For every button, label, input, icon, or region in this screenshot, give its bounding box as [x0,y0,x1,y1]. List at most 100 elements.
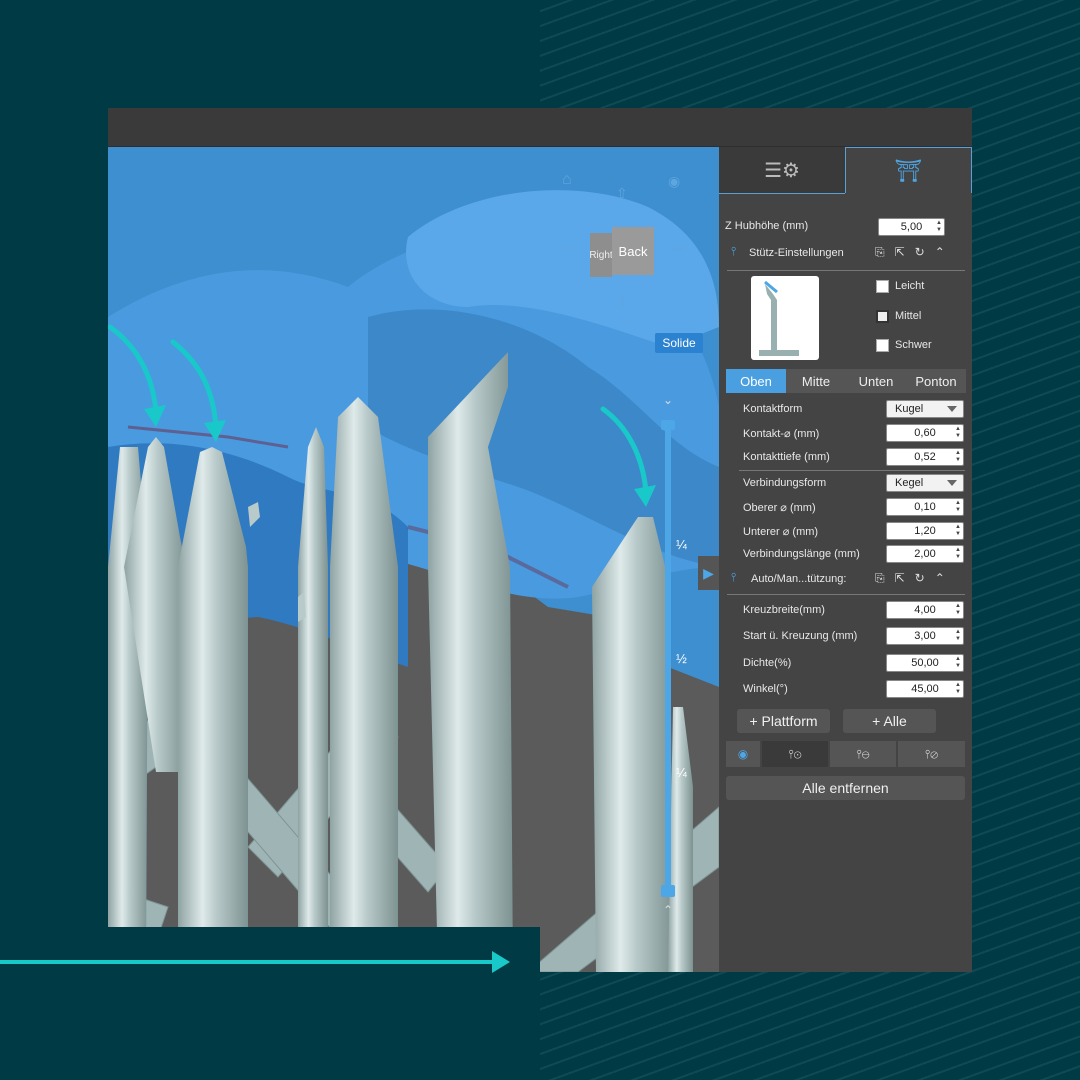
spin-arrows-icon[interactable]: ▲ ▼ [955,682,961,696]
connection-shape-label: Verbindungsform [743,477,827,489]
contact-shape-select[interactable]: Kugel [886,400,964,418]
density-percent-value: 50,00 [911,657,939,669]
divider [727,270,965,271]
app-window: ⌂ ⇧ ◉ ⇦ ⇨ ⇩ Right Back Solide ⌄ ¼ ½ ¼ ⌃ … [108,108,972,972]
teal-arrow-line [0,960,500,964]
import-icon[interactable]: ⎘ [875,245,885,260]
upper-diameter-value: 0,10 [914,501,936,513]
spin-arrows-icon[interactable]: ▲ ▼ [936,220,942,234]
contact-depth-input[interactable]: 0,52 ▲ ▼ [886,448,964,466]
cross-width-value: 4,00 [914,604,936,616]
supports-temple-icon: ⛩ [894,157,923,183]
chevron-down-icon [947,406,957,412]
layer-slider-track[interactable] [665,426,671,892]
cross-start-input[interactable]: 3,00 ▲ ▼ [886,627,964,645]
spin-arrows-icon[interactable]: ▲ ▼ [955,524,961,538]
support-pin-icon: ⫯ [731,244,737,258]
layer-slider-bottom-handle[interactable] [661,885,675,897]
contact-diameter-input[interactable]: 0,60 ▲ ▼ [886,424,964,442]
tab-supports[interactable]: ⛩ [845,147,972,193]
slider-up-chevron-icon[interactable]: ⌄ [663,393,673,407]
view-cube-right-face[interactable]: Right [589,233,613,277]
collapse-icon[interactable]: ⌃ [935,245,945,260]
density-medium-checkbox[interactable] [876,310,889,323]
contact-shape-label: Kontaktform [743,403,803,415]
tab-top[interactable]: Oben [726,369,786,393]
arrow-up-icon[interactable]: ⇧ [616,185,628,202]
support-pin-icon: ⫯ [731,570,737,584]
eye-icon[interactable]: ◉ [668,173,680,190]
auto-manual-actions: ⎘ ⇱ ↻ ⌃ [875,571,945,586]
slider-tick-half: ½ [676,651,687,666]
render-mode-badge[interactable]: Solide [655,333,703,353]
spin-arrows-icon[interactable]: ▲ ▼ [955,547,961,561]
contact-depth-value: 0,52 [914,451,936,463]
connection-shape-value: Kegel [895,477,924,489]
z-lift-input[interactable]: 5,00 ▲ ▼ [878,218,945,236]
upper-diameter-input[interactable]: 0,10 ▲ ▼ [886,498,964,516]
density-medium-label: Mittel [895,310,922,322]
density-percent-label: Dichte(%) [743,657,792,669]
spin-arrows-icon[interactable]: ▲ ▼ [955,629,961,643]
arrow-down-icon[interactable]: ⇩ [616,295,628,312]
z-lift-value: 5,00 [900,221,923,233]
tab-bottom[interactable]: Unten [846,369,906,393]
connection-length-label: Verbindungslänge (mm) [743,548,860,560]
reset-icon[interactable]: ↻ [915,245,925,260]
tab-settings[interactable]: ☰⚙ [719,147,845,194]
connection-length-value: 2,00 [914,548,936,560]
spin-arrows-icon[interactable]: ▲ ▼ [955,500,961,514]
contact-depth-label: Kontakttiefe (mm) [743,451,830,463]
3d-viewport[interactable]: ⌂ ⇧ ◉ ⇦ ⇨ ⇩ Right Back Solide ⌄ ¼ ½ ¼ ⌃ [108,147,719,972]
divider [727,594,965,595]
cross-width-input[interactable]: 4,00 ▲ ▼ [886,601,964,619]
slider-tick-quarter-bottom: ¼ [676,765,687,780]
panel-collapse-handle[interactable]: ▶ [698,556,719,590]
density-light-label: Leicht [895,280,925,292]
support-remove-icon[interactable]: ⫯⊖ [830,741,896,767]
lower-diameter-input[interactable]: 1,20 ▲ ▼ [886,522,964,540]
home-icon[interactable]: ⌂ [562,171,572,189]
contact-diameter-label: Kontakt-⌀ (mm) [743,428,820,440]
import-icon[interactable]: ⎘ [875,571,885,586]
view-cube-back-face[interactable]: Back [612,227,654,275]
cross-width-label: Kreuzbreite(mm) [743,604,825,616]
connection-length-input[interactable]: 2,00 ▲ ▼ [886,545,964,563]
density-light-checkbox[interactable] [876,280,889,293]
add-all-button[interactable]: + Alle [843,709,936,733]
slider-down-chevron-icon[interactable]: ⌃ [663,903,673,917]
angle-input[interactable]: 45,00 ▲ ▼ [886,680,964,698]
connection-shape-select[interactable]: Kegel [886,474,964,492]
collapse-icon[interactable]: ⌃ [935,571,945,586]
contact-diameter-value: 0,60 [914,427,936,439]
export-icon[interactable]: ⇱ [895,245,905,260]
support-add-icon[interactable]: ⫯⊙ [762,741,828,767]
arrow-right-icon[interactable]: ⇨ [674,241,686,258]
tab-middle[interactable]: Mitte [786,369,846,393]
density-heavy-label: Schwer [895,339,932,351]
visibility-eye-icon[interactable]: ◉ [726,741,760,767]
spin-arrows-icon[interactable]: ▲ ▼ [955,426,961,440]
z-lift-label: Z Hubhöhe (mm) [725,220,809,232]
settings-list-gear-icon: ☰⚙ [764,159,800,182]
divider [739,470,965,471]
view-cube[interactable]: Right Back [589,227,660,277]
support-edit-icon[interactable]: ⫯⊘ [898,741,965,767]
remove-all-button[interactable]: Alle entfernen [726,776,965,800]
arrow-left-icon[interactable]: ⇦ [562,241,574,258]
add-platform-button[interactable]: + Plattform [737,709,830,733]
spin-arrows-icon[interactable]: ▲ ▼ [955,603,961,617]
tab-pontoon[interactable]: Ponton [906,369,966,393]
density-percent-input[interactable]: 50,00 ▲ ▼ [886,654,964,672]
spin-arrows-icon[interactable]: ▲ ▼ [955,450,961,464]
layer-slider-top-handle[interactable] [661,420,675,430]
density-heavy-checkbox[interactable] [876,339,889,352]
panel-tabs: ☰⚙ ⛩ [719,147,972,194]
support-panel: ☰⚙ ⛩ Z Hubhöhe (mm) 5,00 ▲ ▼ ⫯ Stütz-Einst… [719,147,972,972]
frame-overlap [0,927,540,1080]
export-icon[interactable]: ⇱ [895,571,905,586]
reset-icon[interactable]: ↻ [915,571,925,586]
upper-diameter-label: Oberer ⌀ (mm) [743,502,816,514]
support-preview-image [751,276,819,360]
spin-arrows-icon[interactable]: ▲ ▼ [955,656,961,670]
